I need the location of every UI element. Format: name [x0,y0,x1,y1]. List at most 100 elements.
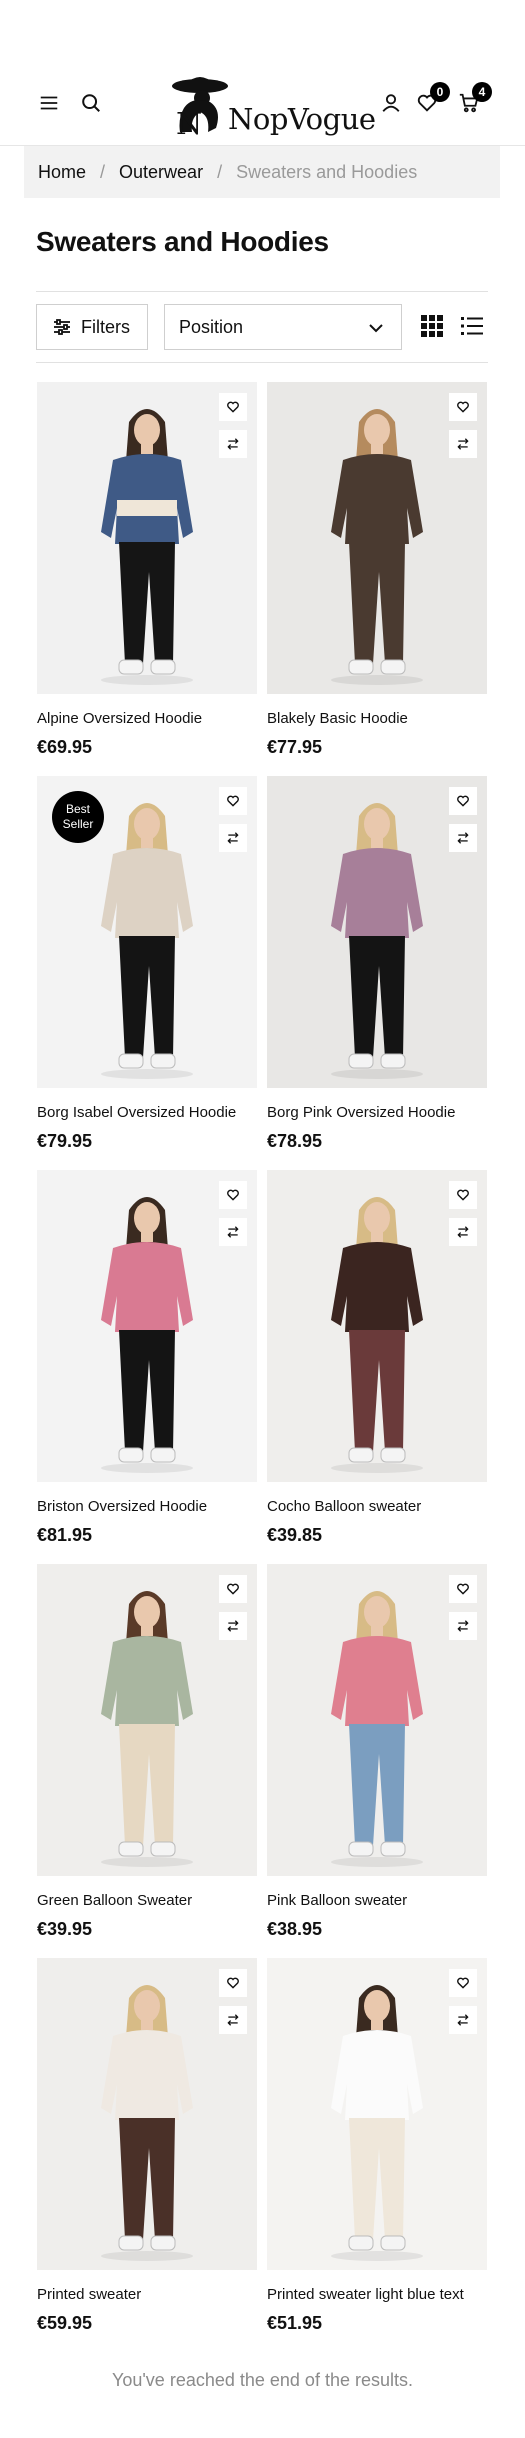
compare-arrows-icon [227,438,239,450]
compare-arrows-icon [457,832,469,844]
add-to-compare-button[interactable] [449,1218,477,1246]
product-price: €79.95 [37,1131,93,1151]
compare-arrows-icon [227,2014,239,2026]
filters-button[interactable]: Filters [36,304,148,350]
product-card[interactable]: Alpine Oversized Hoodie €69.95 [37,382,257,776]
heart-icon [227,1583,239,1595]
product-card[interactable]: Briston Oversized Hoodie €81.95 [37,1170,257,1564]
product-price: €77.95 [267,737,323,757]
product-name[interactable]: Briston Oversized Hoodie [37,1498,207,1515]
product-photo [267,776,487,1088]
heart-icon [227,1977,239,1989]
grid-view-icon[interactable] [420,314,444,338]
end-of-results-message: You've reached the end of the results. [112,2370,413,2390]
compare-arrows-icon [457,438,469,450]
product-price: €78.95 [267,1131,323,1151]
product-image[interactable] [37,1958,257,2270]
add-to-wishlist-button[interactable] [449,787,477,815]
product-card[interactable]: Printed sweater €59.95 [37,1958,257,2352]
add-to-wishlist-button[interactable] [449,1575,477,1603]
product-price: €81.95 [37,1525,93,1545]
compare-arrows-icon [457,2014,469,2026]
sort-selected-value: Position [179,316,244,337]
product-name[interactable]: Alpine Oversized Hoodie [37,710,202,727]
add-to-wishlist-button[interactable] [449,1181,477,1209]
product-card[interactable]: Best Seller Borg Isabel Oversized Hoodie… [37,776,257,1170]
add-to-wishlist-button[interactable] [219,1969,247,1997]
product-image[interactable] [267,776,487,1088]
heart-icon [457,401,469,413]
add-to-wishlist-button[interactable] [219,1575,247,1603]
cart-icon[interactable]: 4 [456,82,492,116]
add-to-wishlist-button[interactable] [449,393,477,421]
product-image[interactable] [37,1564,257,1876]
product-price: €69.95 [37,737,93,757]
product-name[interactable]: Borg Pink Oversized Hoodie [267,1104,455,1121]
compare-arrows-icon [227,1226,239,1238]
page-title: Sweaters and Hoodies [36,226,329,257]
svg-text:N: N [176,107,202,138]
product-photo [267,1170,487,1482]
product-image[interactable] [267,382,487,694]
add-to-wishlist-button[interactable] [219,787,247,815]
add-to-compare-button[interactable] [449,430,477,458]
product-name[interactable]: Pink Balloon sweater [267,1892,407,1909]
add-to-compare-button[interactable] [219,1218,247,1246]
heart-icon [227,401,239,413]
product-name[interactable]: Borg Isabel Oversized Hoodie [37,1104,236,1121]
product-image[interactable] [37,382,257,694]
add-to-compare-button[interactable] [219,2006,247,2034]
add-to-compare-button[interactable] [219,430,247,458]
product-photo [37,1958,257,2270]
product-photo [37,1564,257,1876]
compare-arrows-icon [457,1226,469,1238]
add-to-compare-button[interactable] [219,824,247,852]
heart-icon [457,795,469,807]
breadcrumb-separator: / [217,161,223,182]
product-card[interactable]: Green Balloon Sweater €39.95 [37,1564,257,1958]
wishlist-heart-icon[interactable]: 0 [414,82,450,116]
product-name[interactable]: Printed sweater [37,2286,141,2303]
sort-select[interactable]: Position [164,304,402,350]
breadcrumb-outerwear-link[interactable]: Outerwear [119,162,203,183]
wishlist-count-badge: 0 [430,82,450,102]
product-name[interactable]: Printed sweater light blue text [267,2286,464,2303]
product-price: €51.95 [267,2313,323,2333]
add-to-compare-button[interactable] [449,824,477,852]
hamburger-menu-icon[interactable] [36,90,62,116]
product-card[interactable]: Blakely Basic Hoodie €77.95 [267,382,487,776]
list-view-icon[interactable] [460,314,484,338]
add-to-wishlist-button[interactable] [449,1969,477,1997]
breadcrumb-home-link[interactable]: Home [38,162,86,183]
search-icon[interactable] [78,90,104,116]
product-card[interactable]: Borg Pink Oversized Hoodie €78.95 [267,776,487,1170]
add-to-compare-button[interactable] [219,1612,247,1640]
heart-icon [457,1977,469,1989]
product-price: €38.95 [267,1919,323,1939]
heart-icon [227,1189,239,1201]
logo-text: NopVogue [228,102,376,136]
product-name[interactable]: Cocho Balloon sweater [267,1498,421,1515]
product-name[interactable]: Green Balloon Sweater [37,1892,192,1909]
product-image[interactable]: Best Seller [37,776,257,1088]
add-to-wishlist-button[interactable] [219,1181,247,1209]
product-image[interactable] [267,1170,487,1482]
add-to-compare-button[interactable] [449,2006,477,2034]
user-icon[interactable] [378,90,404,116]
breadcrumb-current: Sweaters and Hoodies [236,161,418,182]
product-card[interactable]: Printed sweater light blue text €51.95 [267,1958,487,2352]
chevron-down-icon [369,324,383,333]
site-logo[interactable]: N NopVogue [170,72,376,138]
product-grid: Alpine Oversized Hoodie €69.95 Blakely B… [37,382,489,2352]
add-to-wishlist-button[interactable] [219,393,247,421]
filters-label: Filters [81,316,130,337]
product-name[interactable]: Blakely Basic Hoodie [267,710,408,727]
product-image[interactable] [267,1564,487,1876]
product-image[interactable] [37,1170,257,1482]
product-image[interactable] [267,1958,487,2270]
product-card[interactable]: Pink Balloon sweater €38.95 [267,1564,487,1958]
product-price: €59.95 [37,2313,93,2333]
product-card[interactable]: Cocho Balloon sweater €39.85 [267,1170,487,1564]
heart-icon [457,1583,469,1595]
add-to-compare-button[interactable] [449,1612,477,1640]
